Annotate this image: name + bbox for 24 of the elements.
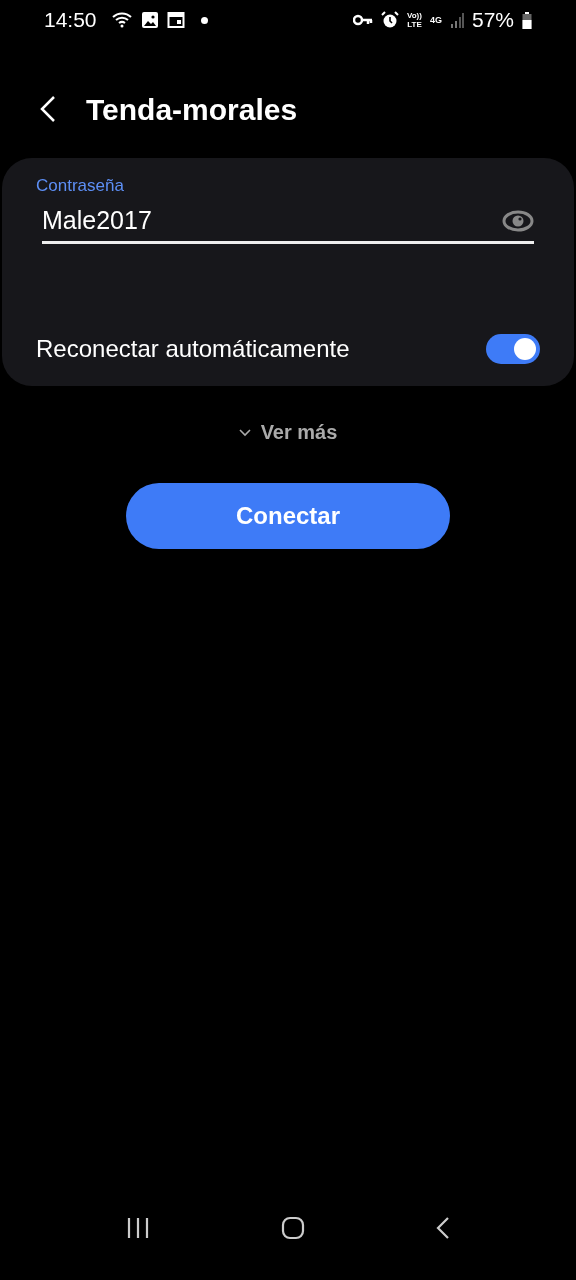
- volte-indicator: Vo)) LTE: [407, 11, 422, 29]
- image-icon: [140, 11, 159, 29]
- field-label: Contraseña: [36, 176, 125, 196]
- back-icon[interactable]: [436, 1215, 451, 1240]
- connect-button[interactable]: Conectar: [126, 483, 450, 549]
- toggle-switch[interactable]: [486, 334, 540, 364]
- notification-dot: [200, 16, 208, 24]
- setting-label: Reconectar automáticamente: [36, 335, 350, 363]
- chevron-down-icon[interactable]: [238, 428, 251, 437]
- page-title: Tenda-morales: [86, 93, 298, 127]
- battery-percentage: 57%: [471, 8, 514, 32]
- battery-icon: [522, 11, 532, 29]
- wifi-icon: [110, 10, 133, 30]
- alarm-icon: [381, 11, 399, 29]
- network-type: 4G: [429, 15, 442, 25]
- see-more-button[interactable]: Ver más: [232, 420, 344, 445]
- calendar-icon: [166, 11, 185, 29]
- password-field[interactable]: Male2017: [42, 206, 502, 235]
- eye-icon[interactable]: [502, 209, 534, 232]
- key-icon: [353, 14, 373, 26]
- recent-apps-icon[interactable]: [125, 1216, 150, 1239]
- home-icon[interactable]: [281, 1215, 305, 1240]
- status-time: 14:50: [44, 8, 97, 32]
- signal-icon: [449, 12, 464, 28]
